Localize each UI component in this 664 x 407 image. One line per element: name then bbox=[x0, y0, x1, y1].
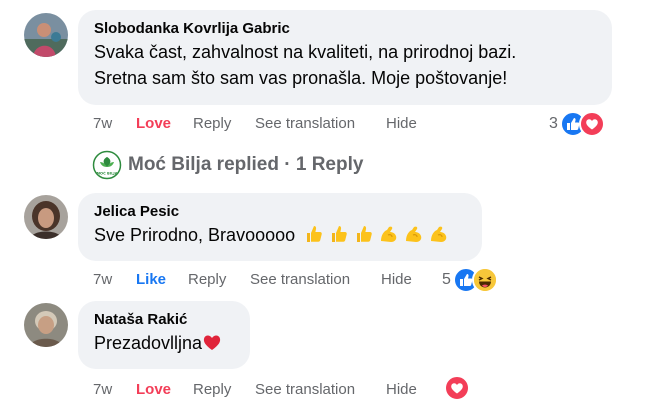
hide-button[interactable]: Hide bbox=[381, 271, 412, 288]
reaction-summary[interactable]: 5 bbox=[442, 267, 498, 293]
comment-time[interactable]: 7w bbox=[93, 271, 112, 288]
comment-text-content: Prezadovlljna bbox=[94, 333, 203, 353]
reply-button[interactable]: Reply bbox=[193, 115, 231, 132]
thumbs-up-emoji bbox=[307, 226, 322, 242]
hide-button[interactable]: Hide bbox=[386, 115, 417, 132]
reaction-button[interactable]: Like bbox=[136, 271, 166, 288]
comment-author[interactable]: Jelica Pesic bbox=[94, 202, 468, 222]
love-icon bbox=[444, 375, 470, 401]
reaction-count: 3 bbox=[549, 115, 558, 132]
comment-time[interactable]: 7w bbox=[93, 381, 112, 398]
laughing-icon bbox=[471, 267, 498, 293]
love-icon bbox=[578, 111, 605, 137]
comment-author[interactable]: Nataša Rakić bbox=[94, 310, 236, 330]
thumbs-up-emoji bbox=[357, 226, 372, 242]
thumbs-up-emoji bbox=[332, 226, 347, 242]
see-translation-button[interactable]: See translation bbox=[255, 115, 355, 132]
comment-bubble: Nataša Rakić Prezadovlljna bbox=[78, 301, 250, 369]
avatar[interactable] bbox=[24, 195, 68, 239]
comment-text-content: Sve Prirodno, Bravooooo bbox=[94, 225, 296, 245]
comment-text-line: Svaka čast, zahvalnost na kvaliteti, na … bbox=[94, 42, 517, 62]
comment-bubble: Slobodanka Kovrlija Gabric Svaka čast, z… bbox=[78, 10, 612, 105]
reaction-button[interactable]: Love bbox=[136, 381, 171, 398]
replies-link-label[interactable]: Moć Bilja replied · 1 Reply bbox=[128, 154, 363, 176]
comment-bubble: Jelica Pesic Sve Prirodno, Bravooooo bbox=[78, 193, 482, 261]
reaction-count: 5 bbox=[442, 271, 451, 288]
emoji-row bbox=[304, 225, 449, 245]
comment-author[interactable]: Slobodanka Kovrlija Gabric bbox=[94, 19, 598, 39]
avatar[interactable] bbox=[24, 303, 68, 347]
comment-text: Prezadovlljna bbox=[94, 330, 236, 356]
see-translation-button[interactable]: See translation bbox=[250, 271, 350, 288]
flexed-biceps-emoji bbox=[381, 226, 397, 242]
replies-link[interactable]: MOĆ BILJA Moć Bilja replied · 1 Reply bbox=[92, 150, 363, 180]
see-translation-button[interactable]: See translation bbox=[255, 381, 355, 398]
comment-text: Sve Prirodno, Bravooooo bbox=[94, 222, 468, 248]
page-logo-text: MOĆ BILJA bbox=[96, 171, 117, 176]
reaction-summary[interactable] bbox=[444, 375, 470, 401]
avatar[interactable] bbox=[24, 13, 68, 57]
reply-button[interactable]: Reply bbox=[188, 271, 226, 288]
flexed-biceps-emoji bbox=[406, 226, 422, 242]
red-heart-emoji bbox=[203, 335, 221, 350]
comment-time[interactable]: 7w bbox=[93, 115, 112, 132]
reaction-button[interactable]: Love bbox=[136, 115, 171, 132]
page-logo-icon: MOĆ BILJA bbox=[92, 150, 122, 180]
hide-button[interactable]: Hide bbox=[386, 381, 417, 398]
flexed-biceps-emoji bbox=[431, 226, 447, 242]
reaction-summary[interactable]: 3 bbox=[549, 111, 605, 137]
comment-text-line: Sretna sam što sam vas pronašla. Moje po… bbox=[94, 68, 508, 88]
reply-button[interactable]: Reply bbox=[193, 381, 231, 398]
